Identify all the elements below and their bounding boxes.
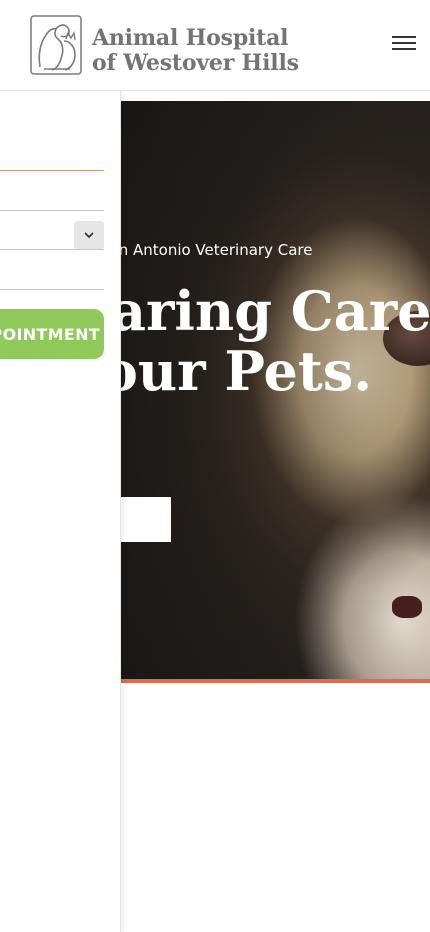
appointment-drawer: REQUEST APPOINTMENT	[0, 91, 121, 932]
logo-line-2: of Westover Hills	[92, 50, 299, 76]
logo-line-1: Animal Hospital	[92, 25, 289, 51]
hero-title-line-2: Your Pets.	[68, 339, 373, 403]
name-field[interactable]	[0, 170, 104, 171]
request-appointment-button[interactable]: REQUEST APPOINTMENT	[0, 309, 104, 359]
hamburger-menu-icon[interactable]	[392, 36, 416, 54]
hero-title: Caring Care for Your Pets.	[68, 281, 430, 401]
phone-field[interactable]	[0, 289, 104, 290]
hero-kicker: San Antonio Veterinary Care	[100, 241, 313, 259]
dog-and-cat-logo-icon[interactable]	[30, 15, 82, 75]
site-logo-text[interactable]: Animal Hospital of Westover Hills	[92, 26, 299, 76]
hero-title-line-1: Caring Care for	[68, 279, 430, 343]
service-select[interactable]	[0, 249, 104, 250]
site-header: Animal Hospital of Westover Hills	[0, 0, 430, 91]
chevron-down-icon[interactable]	[74, 221, 104, 249]
email-field[interactable]	[0, 210, 104, 211]
